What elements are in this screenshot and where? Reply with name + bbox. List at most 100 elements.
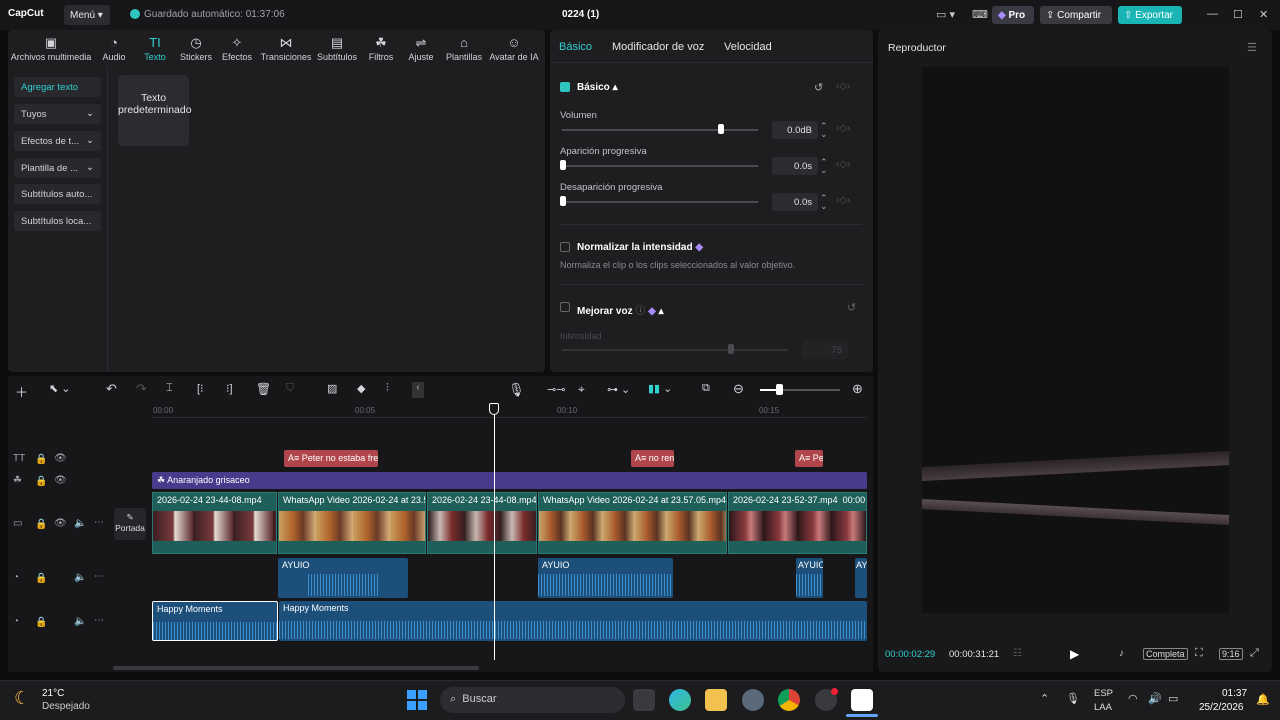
select-tool-icon[interactable]: ⬉ ⌄ [49,382,71,395]
fade-in-slider[interactable] [562,165,758,167]
more-icon[interactable]: ⋯ [94,571,104,582]
intensity-value[interactable]: 75 [802,341,848,359]
playhead-handle[interactable] [489,403,499,415]
zoom-in-icon[interactable]: ⊕ [852,381,863,397]
volume-stepper[interactable]: ⌃ ⌄ [820,122,828,139]
eye-icon[interactable]: 👁 [54,518,67,529]
chevron-up-icon[interactable]: ⌃ [1040,692,1049,705]
tool-effects[interactable]: ✧ Efectos [220,36,254,63]
task-view-icon[interactable] [633,689,655,711]
playhead[interactable] [494,404,495,660]
shield-icon[interactable]: ⛉ [286,382,294,395]
music-clip[interactable]: Happy Moments [279,601,867,641]
audio-clip[interactable]: AYUIO [796,558,823,598]
tool-adjust[interactable]: ⇌ Ajuste [406,36,436,63]
text-clip[interactable]: A≡ Pe [795,450,823,467]
speaker-icon[interactable]: 🔈 [74,518,86,529]
keyboard-layout[interactable]: LAA [1094,702,1112,713]
reset-icon[interactable]: ↺ [814,81,823,94]
weather-temp[interactable]: 21°C [42,688,64,699]
tool-audio[interactable]: ◔ Audio [98,36,130,63]
settings-icon[interactable] [742,689,764,711]
video-clip[interactable]: WhatsApp Video 2026-02-24 at 23.5 [278,492,426,554]
tool-subtitles[interactable]: ▤ Subtítulos [316,36,358,63]
audio-clip[interactable]: AYUIO [538,558,673,598]
snap-icon[interactable]: ⌖ [578,382,585,397]
adjust-clip-icon[interactable]: ⫶ [386,382,389,395]
keyboard-icon[interactable]: ⌨ [972,8,988,21]
basic-section-title[interactable]: Básico ▴ [577,82,618,93]
windows-start-icon[interactable] [407,690,427,710]
fade-in-value[interactable]: 0.0s [772,157,818,175]
tool-ai-avatar[interactable]: ☺ Avatar de IA [488,36,540,63]
fade-out-value[interactable]: 0.0s [772,193,818,211]
tab-voice-changer[interactable]: Modificador de voz [612,41,704,53]
minimize-icon[interactable]: — [1207,8,1218,20]
marker-icon[interactable]: ◆ [357,382,365,395]
eye-icon[interactable]: 👁 [54,475,67,486]
volume-value[interactable]: 0.0dB [772,121,818,139]
undo-icon[interactable]: ↶ [106,381,117,397]
file-explorer-icon[interactable] [705,689,727,711]
timeline-scrollbar[interactable] [113,666,479,670]
speaker-icon[interactable]: 🔈 [74,616,86,627]
chrome-icon[interactable] [778,689,800,711]
music-clip-selected[interactable]: Happy Moments [152,601,278,641]
fullscreen-mode-button[interactable]: Completa [1143,648,1188,660]
lock-icon[interactable]: 🔒 [35,617,47,628]
volume-keyframe-icon[interactable]: ‹◇› [836,123,850,134]
tab-speed[interactable]: Velocidad [724,41,772,53]
taskbar-search[interactable]: ⌕ Buscar [440,687,625,713]
player-menu-icon[interactable]: ☰ [1247,41,1257,54]
text-clip[interactable]: A≡ Peter no estaba frei [284,450,378,467]
weather-desc[interactable]: Despejado [42,701,90,712]
tool-text[interactable]: TI Texto [138,36,172,63]
fade-in-stepper[interactable]: ⌃ ⌄ [820,158,828,175]
pro-button[interactable]: ◆ Pro [992,6,1034,24]
maximize-icon[interactable]: ☐ [1233,8,1243,21]
tool-templates[interactable]: ⌂ Plantillas [444,36,484,63]
play-icon[interactable]: ▶ [1070,647,1079,661]
sidebar-yours[interactable]: Tuyos ⌄ [14,104,101,124]
volume-slider-knob[interactable] [717,124,724,134]
sidebar-add-text[interactable]: Agregar texto [14,77,101,97]
audio-clip[interactable]: AYUIO [855,558,867,598]
enhance-voice-label[interactable]: Mejorar voz ⓘ ◆ ▴ [577,302,664,317]
clock-time[interactable]: 01:37 [1222,688,1247,699]
speaker-icon[interactable]: 🔈 [74,572,86,583]
notification-icon[interactable]: 🔔 [1256,693,1270,706]
fade-in-keyframe-icon[interactable]: ‹◇› [836,159,850,170]
keyframe-icon[interactable]: ‹◇› [836,81,850,92]
layout-icon[interactable]: ▭ ▾ [936,8,955,21]
export-button[interactable]: ⇧ Exportar [1118,6,1182,24]
aspect-ratio-button[interactable]: 9:16 [1219,648,1243,660]
microphone-icon[interactable]: 🎙 [508,382,525,398]
delete-icon[interactable]: 🗑 [256,382,271,396]
expand-icon[interactable]: ⤢ [1250,647,1259,660]
tiktok-icon[interactable]: ♪ [1119,648,1124,659]
sidebar-templates[interactable]: Plantilla de ... ⌄ [14,158,101,178]
wifi-icon[interactable]: ◠ [1128,692,1138,705]
video-clip[interactable]: 2026-02-24 23-52-37.mp4 00:00 [728,492,867,554]
text-clip[interactable]: A≡ no ren [631,450,674,467]
fade-out-slider[interactable] [562,201,758,203]
fade-in-slider-knob[interactable] [560,160,566,170]
battery-icon[interactable]: ▭ [1168,692,1178,705]
enhance-reset-icon[interactable]: ↺ [847,301,856,314]
edge-icon[interactable] [669,689,691,711]
fade-out-slider-knob[interactable] [560,196,566,206]
lock-icon[interactable]: 🔒 [35,573,47,584]
split-left-icon[interactable]: [⁝ [197,382,204,395]
zoom-out-icon[interactable]: ⊖ [733,381,744,397]
filter-clip[interactable]: ☘ Anaranjado grisaceo [152,472,867,489]
menu-button[interactable]: Menú ▾ [64,5,110,25]
crop-icon[interactable]: ⛶ [1195,647,1203,660]
main-track-magnet-icon[interactable]: ▮▮ ⌄ [648,382,672,395]
video-clip[interactable]: 2026-02-24 23-44-08.mp4 [152,492,277,554]
tool-filters[interactable]: ☘ Filtros [366,36,396,63]
fade-out-keyframe-icon[interactable]: ‹◇› [836,195,850,206]
add-track-icon[interactable]: ＋ [15,382,28,401]
redo-icon[interactable]: ↷ [136,381,147,397]
subtitle-icon[interactable]: ⧉ [702,382,710,395]
collapse-toolbar-icon[interactable]: ‹ [412,382,424,398]
